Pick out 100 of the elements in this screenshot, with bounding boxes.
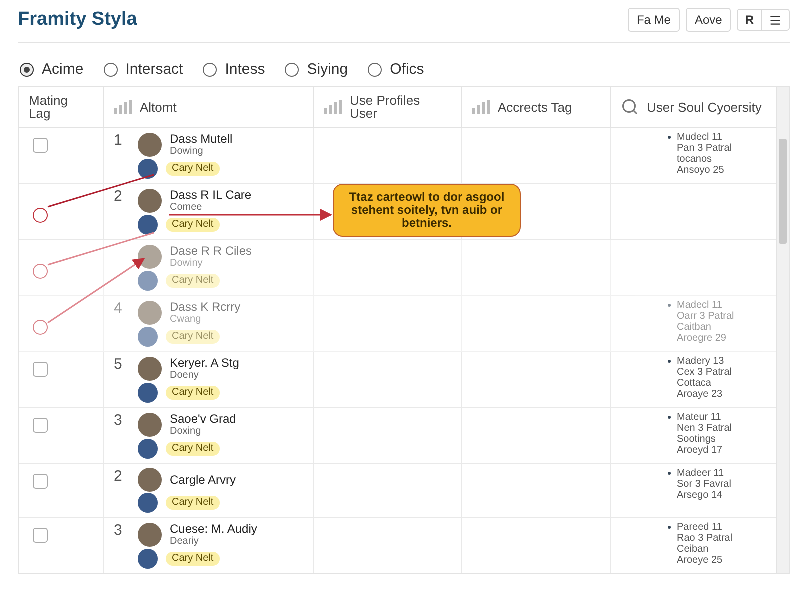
note-line: Aroeyd 17 — [676, 445, 724, 456]
filter-label: Intess — [225, 61, 266, 78]
radio-button[interactable] — [203, 62, 218, 76]
row-checkbox[interactable] — [33, 138, 48, 153]
filter-label: Ofics — [390, 61, 424, 78]
person-name: Dass Mutell — [170, 132, 233, 146]
bullet-icon — [668, 360, 671, 363]
radio-button[interactable] — [285, 62, 300, 76]
bullet-icon — [668, 136, 671, 139]
column-header: Accrects Tag — [498, 100, 572, 114]
row-checkbox[interactable] — [33, 418, 48, 433]
callout-note: Ttaz carteowl to dor asgool stehent soitely, tvn auib or betniers. — [333, 184, 521, 237]
avatar — [138, 357, 162, 381]
note-line: Mateur 11 — [677, 412, 722, 423]
note-line: Cex 3 Patral — [676, 367, 732, 378]
menu-icon — [769, 14, 782, 26]
avatar — [138, 413, 162, 437]
row-checkbox[interactable] — [33, 362, 48, 377]
note-line: Cottaca — [676, 378, 712, 389]
filter-label: Intersact — [126, 61, 184, 78]
row-number: 3 — [114, 412, 122, 429]
name-tag: Cary Nelt — [166, 218, 220, 232]
avatar — [138, 133, 162, 157]
note-line: Ansoyo 25 — [676, 165, 726, 176]
avatar — [138, 439, 158, 459]
avatar — [138, 301, 162, 325]
note-line: Pareed 11 — [677, 522, 722, 533]
row-number: 2 — [114, 188, 122, 205]
avatar — [138, 327, 158, 347]
connector-handle[interactable] — [33, 208, 48, 223]
row-number: 1 — [114, 132, 122, 149]
bar-chart-icon — [114, 100, 132, 114]
person-name: Saoe'v Grad — [170, 412, 236, 426]
name-tag: Cary Nelt — [166, 274, 220, 288]
note-line: Aroegre 29 — [676, 333, 728, 344]
row-number: 5 — [114, 356, 122, 373]
note-line: Aroeye 25 — [676, 555, 724, 566]
person-subtitle: Cwang — [170, 314, 202, 326]
note-line: Rao 3 Patral — [676, 533, 733, 544]
person-subtitle: Dowing — [170, 146, 204, 158]
note-line: Madecl 11 — [677, 300, 722, 311]
avatar — [138, 549, 158, 569]
note-line: Sootings — [676, 434, 717, 445]
person-subtitle: Doxing — [170, 426, 202, 438]
note-line: Sor 3 Favral — [676, 479, 732, 490]
r-toggle-button[interactable]: R — [738, 10, 761, 30]
avatar — [138, 215, 158, 235]
person-name: Dase R R Ciles — [170, 244, 252, 258]
avatar — [138, 271, 158, 291]
note-line: Pan 3 Patral — [676, 143, 732, 154]
person-name: Dass K Rcrry — [170, 300, 241, 314]
bullet-icon — [668, 472, 671, 475]
radio-button[interactable] — [368, 62, 382, 76]
bar-chart-icon — [472, 100, 490, 114]
person-name: Keryer. A Stg — [170, 356, 240, 370]
radio-button[interactable] — [104, 62, 118, 76]
note-line: Arsego 14 — [676, 490, 724, 501]
scrollbar[interactable] — [776, 87, 789, 573]
name-tag: Cary Nelt — [166, 442, 220, 456]
person-subtitle: Deariy — [170, 536, 200, 548]
toolbar-button[interactable]: Aove — [686, 8, 732, 32]
avatar — [138, 383, 158, 403]
person-subtitle: Dowiny — [170, 258, 204, 270]
row-checkbox[interactable] — [33, 474, 48, 489]
name-tag: Cary Nelt — [166, 552, 220, 566]
window-title: Framity Styla — [18, 9, 138, 31]
note-line: Oarr 3 Patral — [676, 311, 734, 322]
bullet-icon — [668, 416, 671, 419]
avatar — [138, 523, 162, 547]
column-header: User Soul Cyoersity — [647, 100, 762, 114]
filter-label: Acime — [42, 61, 84, 78]
row-number: 3 — [114, 522, 122, 539]
search-icon — [621, 98, 639, 116]
column-header: Mating Lag — [29, 94, 70, 120]
radio-button[interactable] — [20, 62, 34, 76]
connector-handle[interactable] — [33, 264, 48, 279]
note-line: Nen 3 Fatral — [676, 423, 732, 434]
avatar — [138, 245, 162, 269]
bullet-icon — [668, 526, 671, 529]
person-name: Cargle Arvry — [170, 473, 236, 487]
person-subtitle: Comee — [170, 202, 204, 214]
toolbar-button[interactable]: Fa Me — [628, 8, 680, 32]
row-number: 2 — [114, 468, 122, 485]
avatar — [138, 468, 162, 492]
note-line: Ceiban — [676, 544, 710, 555]
avatar — [138, 493, 158, 513]
name-tag: Cary Nelt — [166, 386, 220, 400]
avatar — [138, 189, 162, 213]
name-tag: Cary Nelt — [166, 496, 220, 510]
note-line: tocanos — [676, 154, 714, 165]
avatar — [138, 159, 158, 179]
filter-label: Siying — [307, 61, 348, 78]
connector-handle[interactable] — [33, 320, 48, 335]
note-line: Mudecl 11 — [677, 132, 722, 143]
row-number: 4 — [114, 300, 122, 317]
bullet-icon — [668, 304, 671, 307]
note-line: Aroaye 23 — [676, 389, 724, 400]
column-header: Altomt — [140, 100, 177, 114]
person-subtitle: Doeny — [170, 370, 200, 382]
row-checkbox[interactable] — [33, 528, 48, 543]
